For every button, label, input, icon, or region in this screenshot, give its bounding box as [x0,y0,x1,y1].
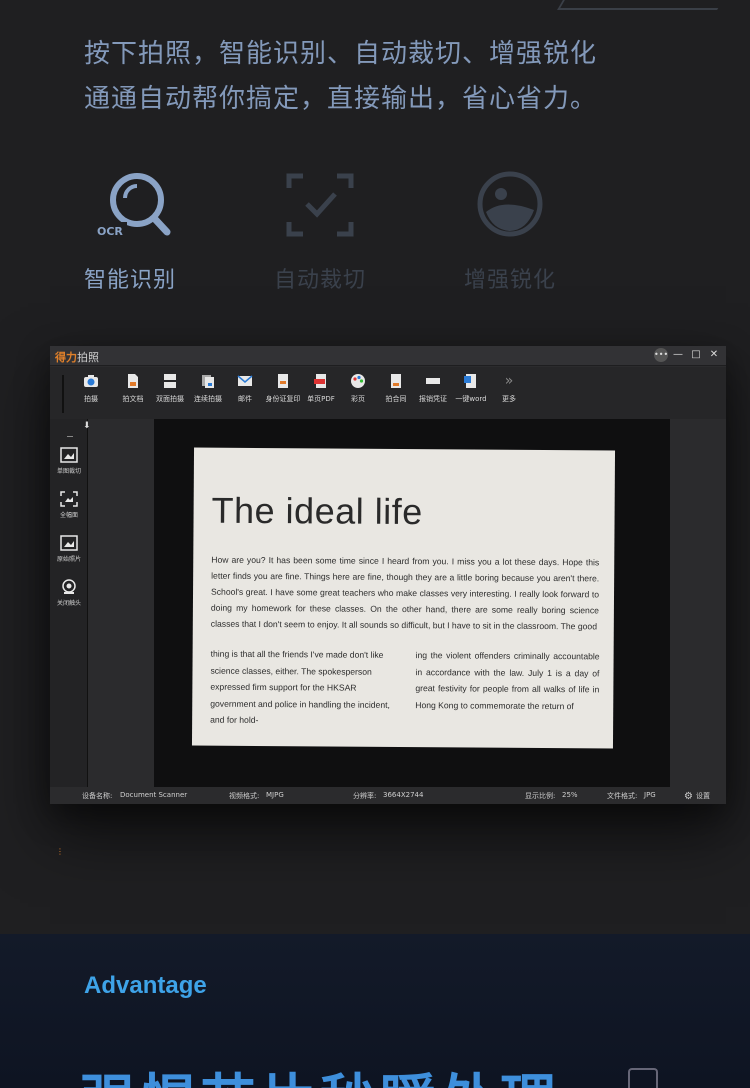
document-heading: The ideal life [211,489,423,533]
close-camera-icon [62,579,76,594]
advantage-section: Advantage 强悍芯片秒瞬处理 [0,934,750,1088]
feature-ocr: OCR 智能识别 [60,168,200,294]
document-icon [128,374,138,388]
intro-text: 按下拍照，智能识别、自动裁切、增强锐化 通通自动帮你搞定，直接输出，省心省力。 [84,32,704,122]
pin-icon[interactable]: ⬇ [83,421,91,431]
tool-contract[interactable]: 拍合同 [375,373,417,404]
feature-auto-crop: 自动裁切 [250,168,390,294]
tool-mail[interactable]: 邮件 [224,373,266,404]
device-outline-decoration [628,1068,658,1088]
document-paragraph: How are you? It has been some time since… [210,554,600,632]
single-crop-icon [60,447,78,463]
status-zoom-label: 显示比例: [525,792,556,800]
duplex-icon [164,374,176,388]
status-format-value: MJPG [266,791,284,799]
tool-pdf[interactable]: 单页PDF [300,373,342,404]
side-single-crop[interactable]: 单图裁切 [53,447,85,475]
status-file-value: JPG [644,791,656,799]
status-device-label: 设备名称: [82,792,113,800]
tool-more[interactable]: » 更多 [488,373,530,404]
app-title-text: 拍照 [77,351,99,364]
ocr-search-icon: OCR [95,173,171,238]
toolbar: 拍摄 拍文档 双面拍摄 连续拍摄 邮件 身份证复印 单页PDF 彩页 拍合同 报… [50,367,726,419]
status-resolution-label: 分辨率: [353,792,377,800]
receipt-icon [426,378,440,384]
app-titlebar: 得力拍照 ••• — □ ✕ [50,346,726,366]
app-window: 得力拍照 ••• — □ ✕ 拍摄 拍文档 双面拍摄 连续拍摄 邮件 身份证复印… [50,346,726,856]
status-zoom-value: 25% [562,791,578,799]
feature-list: OCR 智能识别 自动裁切 增强锐化 [60,168,620,298]
panel-divider [67,436,73,437]
svg-text:OCR: OCR [97,225,123,238]
word-icon [464,374,476,388]
window-controls: ••• — □ ✕ [654,348,722,362]
advantage-title: 强悍芯片秒瞬处理 [80,1056,560,1088]
palette-icon [351,374,365,388]
chat-icon[interactable]: ••• [654,348,668,362]
continuous-icon [202,375,214,388]
close-icon[interactable]: ✕ [706,348,722,362]
toolbar-divider [62,375,64,413]
camera-icon [84,375,98,387]
side-panel: ⬇ 单图裁切 全幅面 原始照片 关闭触头 ⋮ [50,419,91,856]
minimize-icon[interactable]: — [670,348,686,362]
feature-enhance: 增强锐化 [440,168,580,294]
maximize-icon[interactable]: □ [688,348,704,362]
status-bar: 设备名称: Document Scanner 视频格式: MJPG 分辨率: 3… [50,787,726,804]
id-card-icon [278,374,288,388]
gear-icon[interactable]: ⚙ [684,791,693,802]
feature-label-auto-crop: 自动裁切 [273,268,366,293]
app-title: 得力拍照 [55,349,99,365]
status-format-label: 视频格式: [229,792,260,800]
tool-receipt[interactable]: 报销凭证 [412,373,454,404]
preview-canvas: The ideal life How are you? It has been … [154,419,670,787]
tool-id-copy[interactable]: 身份证复印 [262,373,304,404]
app-brand: 得力 [55,351,77,364]
side-close-camera[interactable]: 关闭触头 [53,579,85,607]
tool-continuous[interactable]: 连续拍摄 [187,373,229,404]
auto-crop-icon [286,173,354,237]
feature-label-ocr: 智能识别 [83,268,176,293]
status-settings[interactable]: 设置 [696,791,710,801]
tool-duplex[interactable]: 双面拍摄 [149,373,191,404]
more-icon: » [504,373,514,389]
advantage-label: Advantage [84,972,207,999]
enhance-icon [477,171,543,237]
document-column-left: thing is that all the friends I've made … [210,648,390,725]
document-column-right: ing the violent offenders criminally acc… [415,650,600,711]
scanned-document: The ideal life How are you? It has been … [191,447,616,749]
full-frame-icon [60,491,78,507]
intro-line-2: 通通自动帮你搞定，直接输出，省心省力。 [84,84,598,114]
tool-word[interactable]: 一键word [450,373,492,404]
tool-document[interactable]: 拍文档 [112,373,154,404]
intro-line-1: 按下拍照，智能识别、自动裁切、增强锐化 [84,39,598,69]
status-device-value: Document Scanner [120,791,188,799]
status-file-label: 文件格式: [607,792,638,800]
decorative-line [557,0,723,10]
side-original-photo[interactable]: 原始照片 [53,535,85,563]
status-resolution-value: 3664X2744 [383,791,424,799]
feature-label-enhance: 增强锐化 [463,268,556,293]
tool-color-page[interactable]: 彩页 [337,373,379,404]
original-photo-icon [60,535,78,551]
mail-icon [237,375,253,386]
panel-marker: ⋮ [56,847,64,856]
side-full-frame[interactable]: 全幅面 [53,491,85,519]
pdf-icon [314,374,326,388]
tool-capture[interactable]: 拍摄 [70,373,112,404]
contract-icon [391,374,401,388]
